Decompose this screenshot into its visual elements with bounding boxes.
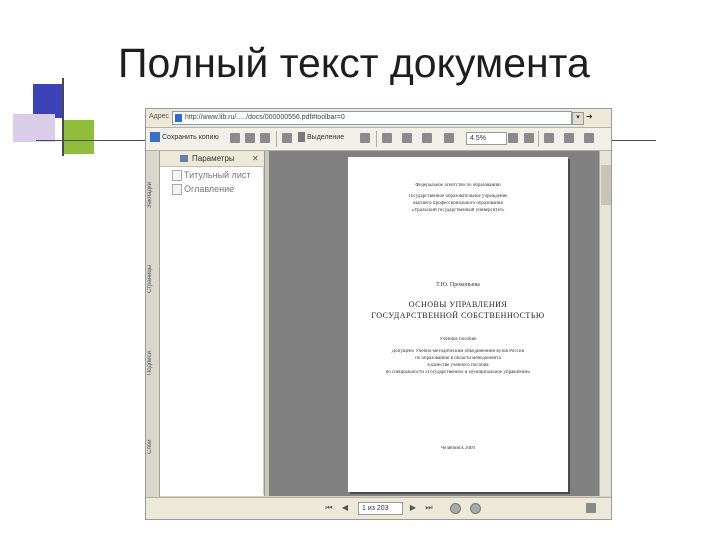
tab-signatures[interactable]: Подписи	[147, 323, 158, 403]
pdf-viewer-window: Адрес http://www.lib.ru/...../docs/00000…	[145, 108, 612, 520]
hand-tool-icon[interactable]	[282, 133, 292, 143]
page-line: Государственное образовательное учрежден…	[408, 194, 508, 199]
status-bar: ⏮ ◀ 1 из 203 ▶ ⏭	[146, 497, 611, 519]
snapshot-icon[interactable]	[360, 133, 370, 143]
page-line: высшего профессионального образования	[413, 201, 503, 206]
address-bar: Адрес http://www.lib.ru/...../docs/00000…	[146, 109, 611, 128]
previous-page-icon[interactable]: ◀	[340, 503, 350, 513]
print-icon[interactable]	[230, 133, 240, 143]
options-menu-button[interactable]: Параметры	[192, 151, 235, 166]
side-tabs: Закладки Страницы Подписи Слои	[146, 151, 160, 501]
next-view-icon[interactable]	[470, 503, 481, 514]
bookmark-item[interactable]: Титульный лист	[172, 170, 250, 182]
decor-blue-square	[33, 84, 63, 118]
document-scrollbar[interactable]	[599, 151, 611, 496]
page-title-line-1: ОСНОВЫ УПРАВЛЕНИЯ	[408, 300, 508, 309]
decor-pink-square	[13, 114, 55, 142]
navigation-scrollbar[interactable]	[263, 167, 264, 495]
toolbar-separator	[538, 131, 539, 147]
page-city-year: Челябинск 2009	[440, 446, 476, 451]
zoom-level-field[interactable]: 4.5%	[466, 132, 507, 145]
toolbar-separator	[376, 131, 377, 147]
zoom-in-icon[interactable]	[382, 133, 392, 143]
previous-view-icon[interactable]	[450, 503, 461, 514]
decor-vertical-line	[62, 78, 64, 156]
first-page-icon[interactable]: ⏮	[324, 503, 334, 513]
binoculars-icon[interactable]	[260, 133, 270, 143]
address-input[interactable]: http://www.lib.ru/...../docs/000000556.p…	[172, 111, 572, 125]
zoom-dropdown-icon[interactable]	[508, 133, 518, 143]
fit-width-icon[interactable]	[422, 133, 432, 143]
page-line: «Уральский государственный университет»	[411, 208, 505, 213]
document-page: Федеральное агентство по образованию Гос…	[348, 157, 568, 492]
page-icon	[175, 114, 182, 122]
page-line: по специальности «Государственное и муни…	[385, 370, 531, 375]
zoom-out-icon[interactable]	[444, 133, 454, 143]
address-label: Адрес	[149, 113, 170, 120]
page-layout-icon[interactable]	[544, 133, 554, 143]
decor-green-square	[64, 120, 94, 154]
scrollbar-thumb[interactable]	[601, 165, 611, 205]
page-subtitle: Учебное пособие	[439, 337, 477, 342]
bookmark-item[interactable]: Оглавление	[172, 184, 234, 196]
navigation-panel: Параметры ✕ Титульный лист Оглавление	[160, 151, 265, 496]
tab-layers[interactable]: Слои	[147, 407, 158, 487]
help-icon[interactable]	[584, 133, 594, 143]
options-icon	[180, 155, 188, 162]
tab-pages[interactable]: Страницы	[147, 239, 158, 319]
select-text-button[interactable]: Выделение	[298, 131, 344, 145]
slide-title: Полный текст документа	[118, 40, 590, 86]
rotate-icon[interactable]	[564, 133, 574, 143]
close-icon[interactable]: ✕	[252, 151, 259, 166]
last-page-icon[interactable]: ⏭	[424, 503, 434, 513]
next-page-icon[interactable]: ▶	[408, 503, 418, 513]
page-line: Федеральное агентство по образованию	[415, 183, 501, 188]
bookmark-icon	[172, 184, 182, 196]
save-copy-button[interactable]: Сохранить копию	[150, 131, 219, 145]
address-value: http://www.lib.ru/...../docs/000000556.p…	[185, 114, 345, 121]
page-author: Т.Ю. Прокопьева	[436, 282, 480, 288]
fit-page-icon[interactable]	[402, 133, 412, 143]
tab-bookmarks[interactable]: Закладки	[147, 155, 158, 235]
bookmark-icon	[172, 170, 182, 182]
pdf-toolbar: Сохранить копию Выделение 4.5%	[146, 128, 611, 151]
go-icon[interactable]: ➜	[586, 112, 593, 121]
zoom-plus-icon[interactable]	[524, 133, 534, 143]
toolbar-separator	[276, 131, 277, 147]
page-title-line-2: ГОСУДАРСТВЕННОЙ СОБСТВЕННОСТЬЮ	[371, 311, 545, 320]
page-line: в качестве учебного пособия	[427, 363, 489, 368]
page-line: по образованию в области менеджмента	[415, 356, 501, 361]
navigation-header: Параметры ✕	[160, 151, 264, 167]
address-dropdown-button[interactable]: ▾	[572, 112, 584, 125]
email-icon[interactable]	[245, 133, 255, 143]
save-icon	[150, 132, 160, 143]
cursor-icon	[298, 132, 305, 143]
page-line: Допущено Учебно-методическим объединение…	[391, 349, 525, 354]
single-page-icon[interactable]	[586, 503, 596, 513]
page-number-field[interactable]: 1 из 203	[358, 502, 403, 515]
